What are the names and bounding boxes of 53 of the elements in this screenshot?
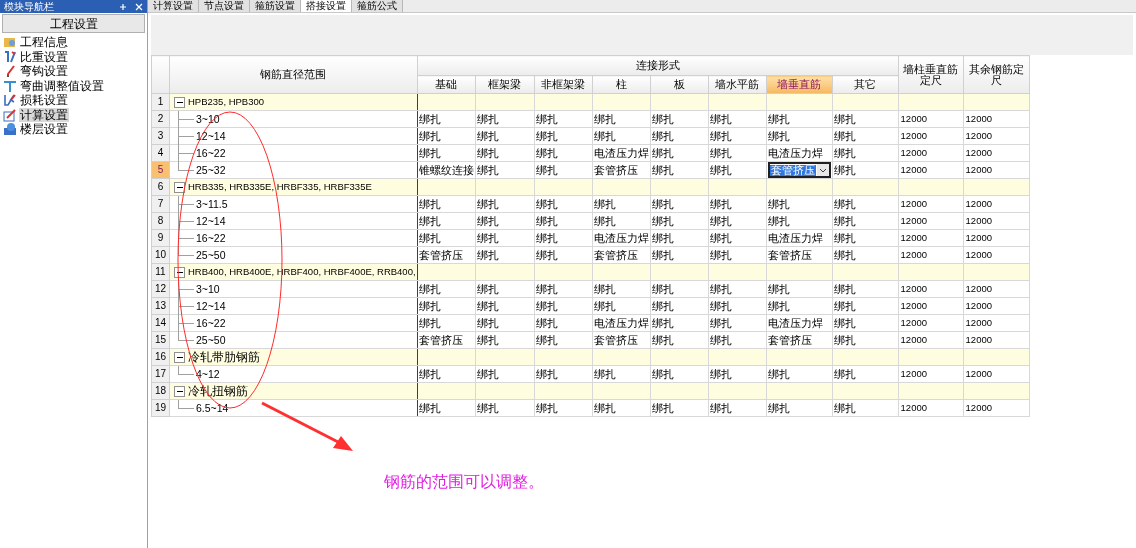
collapse-toggle[interactable] bbox=[174, 385, 185, 397]
group-label: 冷轧带肋钢筋 bbox=[188, 351, 260, 363]
range-label[interactable]: 3~10 bbox=[196, 113, 220, 125]
group-label: HPB235, HPB300 bbox=[188, 97, 265, 107]
tab[interactable]: 箍筋公式 bbox=[352, 0, 403, 12]
settings-item-icon bbox=[3, 49, 17, 64]
group-label: HRB400, HRB400E, HRBF400, HRBF400E, RRB400, bbox=[188, 267, 416, 277]
range-label[interactable]: 6.5~14 bbox=[196, 402, 229, 414]
group-label: HRB335, HRB335E, HRBF335, HRBF335E bbox=[188, 182, 372, 192]
column-header: 钢筋直径范围 bbox=[169, 55, 418, 94]
settings-item-icon bbox=[3, 35, 17, 50]
range-label[interactable]: 12~14 bbox=[196, 215, 226, 227]
chevron-down-icon[interactable] bbox=[816, 164, 829, 176]
column-header: 其余钢筋定尺 bbox=[963, 55, 1030, 94]
sidebar-item[interactable]: 工程信息 bbox=[19, 35, 69, 50]
sidebar-item[interactable]: 弯曲调整值设置 bbox=[19, 78, 105, 93]
tab[interactable]: 箍筋设置 bbox=[250, 0, 301, 12]
group-label: 冷轧扭钢筋 bbox=[188, 385, 248, 397]
range-label[interactable]: 16~22 bbox=[196, 232, 226, 244]
settings-item-icon bbox=[3, 107, 17, 122]
corner-header bbox=[151, 55, 170, 94]
collapse-toggle[interactable] bbox=[174, 351, 185, 363]
settings-item-icon bbox=[3, 122, 17, 137]
range-label[interactable]: 25~32 bbox=[196, 164, 226, 176]
close-icon[interactable] bbox=[135, 2, 143, 11]
annotation-note: 钢筋的范围可以调整。 bbox=[384, 473, 544, 490]
range-label[interactable]: 25~50 bbox=[196, 334, 226, 346]
range-label[interactable]: 4~12 bbox=[196, 368, 220, 380]
panel-title: 模块导航栏 bbox=[4, 1, 54, 12]
collapse-toggle[interactable] bbox=[174, 181, 185, 193]
range-label[interactable]: 12~14 bbox=[196, 300, 226, 312]
tab[interactable]: 搭接设置 bbox=[301, 0, 352, 12]
sidebar-item[interactable]: 比重设置 bbox=[19, 49, 69, 64]
range-label[interactable]: 12~14 bbox=[196, 130, 226, 142]
range-label[interactable]: 3~10 bbox=[196, 283, 220, 295]
range-label[interactable]: 25~50 bbox=[196, 249, 226, 261]
tab[interactable]: 节点设置 bbox=[199, 0, 250, 12]
dropdown-field[interactable]: 套管挤压 bbox=[767, 162, 831, 178]
settings-item-icon bbox=[3, 93, 17, 108]
panel-header: 工程设置 bbox=[2, 14, 145, 33]
column-group-header: 连接形式 bbox=[417, 55, 899, 76]
sidebar-item[interactable]: 楼层设置 bbox=[19, 122, 69, 137]
range-label[interactable]: 3~11.5 bbox=[196, 198, 228, 210]
sidebar-item[interactable]: 计算设置 bbox=[19, 107, 69, 122]
collapse-toggle[interactable] bbox=[174, 266, 185, 278]
sidebar-item[interactable]: 损耗设置 bbox=[19, 93, 69, 108]
sidebar-item[interactable]: 弯钩设置 bbox=[19, 64, 69, 79]
tab[interactable]: 计算设置 bbox=[148, 0, 199, 12]
collapse-toggle[interactable] bbox=[174, 96, 185, 108]
range-label[interactable]: 16~22 bbox=[196, 317, 226, 329]
range-label[interactable]: 16~22 bbox=[196, 147, 226, 159]
settings-item-icon bbox=[3, 78, 17, 93]
column-header: 墙柱垂直筋定尺 bbox=[898, 55, 964, 94]
